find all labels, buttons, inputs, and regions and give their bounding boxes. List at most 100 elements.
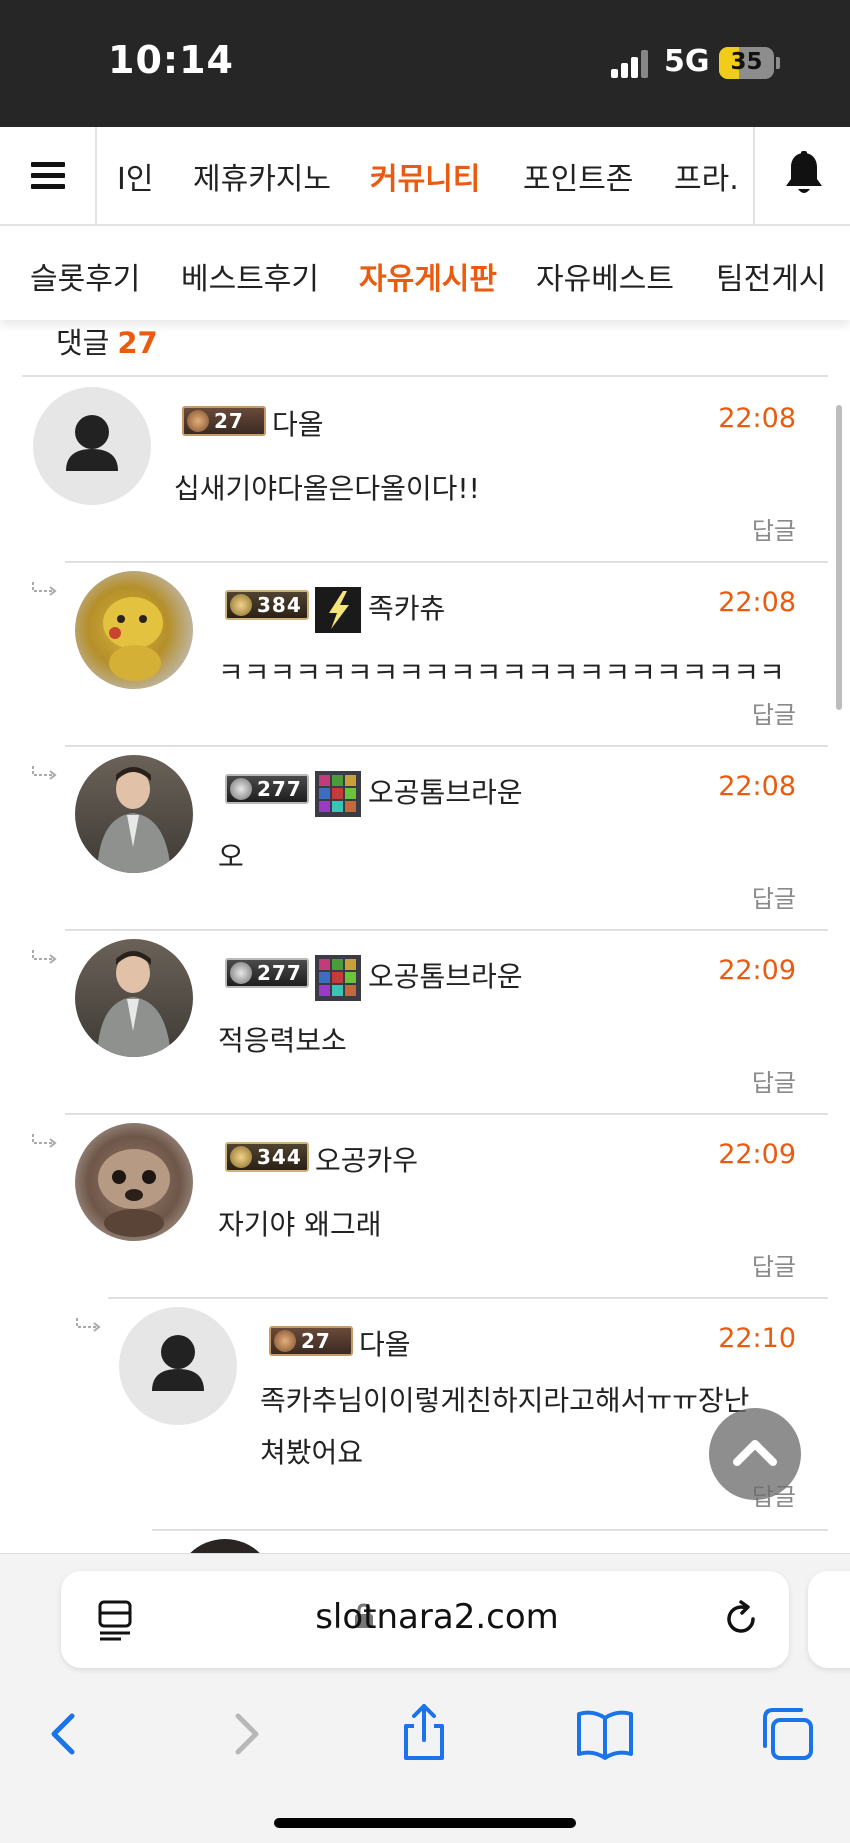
comment-nickname[interactable]: 다올 xyxy=(272,403,324,443)
signal-icon xyxy=(611,50,651,78)
comment-text: 자기야 왜그래 xyxy=(218,1208,382,1241)
comment-nickname[interactable]: 다올 xyxy=(359,1323,411,1363)
forward-arrow-icon[interactable] xyxy=(214,1702,278,1766)
lightning-tier-icon xyxy=(315,587,361,633)
reply-button[interactable]: 답글 xyxy=(752,695,796,730)
status-bar: 10:14 5G 35 xyxy=(0,0,850,127)
sub-item-team-board[interactable]: 팀전게시 xyxy=(716,254,826,298)
reload-icon[interactable] xyxy=(721,1599,761,1639)
default-avatar[interactable] xyxy=(119,1307,237,1425)
person-avatar[interactable] xyxy=(75,755,193,873)
sub-item-free-board[interactable]: 자유게시판 xyxy=(359,254,497,298)
comment-text-line: 족카추님이이렇게친하지라고해서ㅠㅠ장난 xyxy=(260,1384,750,1417)
reply-button[interactable]: 답글 xyxy=(752,1063,796,1098)
url-text: slotnara2.com xyxy=(315,1597,559,1637)
reply-button[interactable]: 답글 xyxy=(752,1247,796,1282)
comment-item: 384 족카츄 22:08 ㅋㅋㅋㅋㅋㅋㅋㅋㅋㅋㅋㅋㅋㅋㅋㅋㅋㅋㅋㅋㅋㅋ 답글 xyxy=(0,561,850,745)
reply-button[interactable]: 답글 xyxy=(752,879,796,914)
notification-bell-button[interactable] xyxy=(753,127,850,224)
nav-item-more[interactable]: 프라. xyxy=(674,154,739,198)
comment-item xyxy=(0,1529,850,1553)
divider xyxy=(152,1529,828,1531)
battery-level: 35 xyxy=(730,49,763,75)
hamburger-menu-button[interactable] xyxy=(0,127,97,224)
nav-item-partner-casino[interactable]: 제휴카지노 xyxy=(193,154,331,198)
divider xyxy=(108,1297,828,1299)
address-bar[interactable]: slotnara2.com xyxy=(61,1571,789,1668)
reply-arrow-icon xyxy=(32,582,57,596)
top-nav: I인 제휴카지노 커뮤니티 포인트존 프라. xyxy=(0,127,850,226)
reply-arrow-icon xyxy=(32,1134,57,1148)
level-badge: 27 xyxy=(269,1326,353,1356)
comments-count: 27 xyxy=(117,326,158,360)
reply-arrow-icon xyxy=(32,950,57,964)
comment-time: 22:10 xyxy=(718,1323,796,1354)
comment-time: 22:08 xyxy=(718,771,796,802)
comment-item: 277 오공톰브라운 22:08 오 답글 xyxy=(0,745,850,929)
comment-nickname[interactable]: 족카츄 xyxy=(368,587,445,627)
comments-header: 댓글 27 xyxy=(56,320,158,362)
status-time: 10:14 xyxy=(108,38,234,82)
share-icon[interactable] xyxy=(392,1702,456,1766)
divider xyxy=(65,745,828,747)
nav-item-community[interactable]: 커뮤니티 xyxy=(370,154,480,198)
level-badge: 384 xyxy=(225,590,309,620)
home-indicator xyxy=(274,1818,576,1828)
battery-icon: 35 xyxy=(719,47,774,79)
gem-tier-icon xyxy=(315,955,361,1001)
comment-nickname[interactable]: 오공톰브라운 xyxy=(368,771,523,811)
avatar xyxy=(175,1539,275,1553)
divider xyxy=(65,929,828,931)
scrollbar[interactable] xyxy=(836,405,842,710)
next-tab-preview[interactable] xyxy=(808,1571,850,1668)
person-avatar[interactable] xyxy=(75,939,193,1057)
sub-item-slot-review[interactable]: 슬롯후기 xyxy=(30,254,140,298)
back-arrow-icon[interactable] xyxy=(32,1702,96,1766)
comment-text: 오 xyxy=(218,840,244,873)
pikachu-avatar[interactable] xyxy=(75,571,193,689)
comment-item: 344 오공카우 22:09 자기야 왜그래 답글 xyxy=(0,1113,850,1297)
comment-text: 족카추님이이렇게친하지라고해서ㅠㅠ장난 쳐봤어요 xyxy=(260,1375,749,1479)
comment-time: 22:08 xyxy=(718,403,796,434)
reply-button[interactable]: 답글 xyxy=(752,511,796,546)
comment-text: 적응력보소 xyxy=(218,1024,347,1057)
comment-nickname[interactable]: 오공카우 xyxy=(315,1139,418,1179)
chevron-up-icon xyxy=(733,1440,777,1466)
comment-time: 22:08 xyxy=(718,587,796,618)
comment-item: 27 다올 22:08 십새기야다올은다올이다!! 답글 xyxy=(0,377,850,561)
person-photo-icon xyxy=(97,767,171,873)
user-silhouette-icon xyxy=(152,1335,204,1391)
battery-tip xyxy=(776,57,780,69)
level-badge: 277 xyxy=(225,774,309,804)
nav-item-point-zone[interactable]: 포인트존 xyxy=(523,154,633,198)
nav-item-login[interactable]: I인 xyxy=(117,154,153,198)
scroll-to-top-button[interactable] xyxy=(709,1408,801,1500)
sub-item-best-review[interactable]: 베스트후기 xyxy=(181,254,319,298)
level-badge: 277 xyxy=(225,958,309,988)
sub-nav: 슬롯후기 베스트후기 자유게시판 자유베스트 팀전게시 xyxy=(0,228,850,320)
user-silhouette-icon xyxy=(66,415,118,471)
tabs-icon[interactable] xyxy=(755,1702,819,1766)
default-avatar[interactable] xyxy=(33,387,151,505)
comments-section: 댓글 27 27 다올 22:08 십새기야다올은다올이다!! 답글 384 족… xyxy=(0,320,850,1553)
bookmarks-icon[interactable] xyxy=(573,1702,637,1766)
top-nav-items: I인 제휴카지노 커뮤니티 포인트존 프라. xyxy=(97,127,753,224)
level-badge: 27 xyxy=(182,406,266,436)
comment-nickname[interactable]: 오공톰브라운 xyxy=(368,955,523,995)
pet-avatar[interactable] xyxy=(75,1123,193,1241)
person-photo-icon xyxy=(97,951,171,1057)
network-type: 5G xyxy=(664,44,710,79)
sub-item-free-best[interactable]: 자유베스트 xyxy=(536,254,674,298)
divider xyxy=(65,561,828,563)
comment-text-line: 쳐봤어요 xyxy=(260,1436,364,1469)
comment-time: 22:09 xyxy=(718,1139,796,1170)
comment-time: 22:09 xyxy=(718,955,796,986)
bell-icon xyxy=(786,151,822,193)
reply-arrow-icon xyxy=(76,1318,101,1332)
pikachu-figure-icon xyxy=(103,597,163,681)
reply-arrow-icon xyxy=(32,766,57,780)
dog-photo-icon xyxy=(98,1149,170,1237)
comments-title: 댓글 xyxy=(56,326,110,360)
level-badge: 344 xyxy=(225,1142,309,1172)
comment-item: 277 오공톰브라운 22:09 적응력보소 답글 xyxy=(0,929,850,1113)
